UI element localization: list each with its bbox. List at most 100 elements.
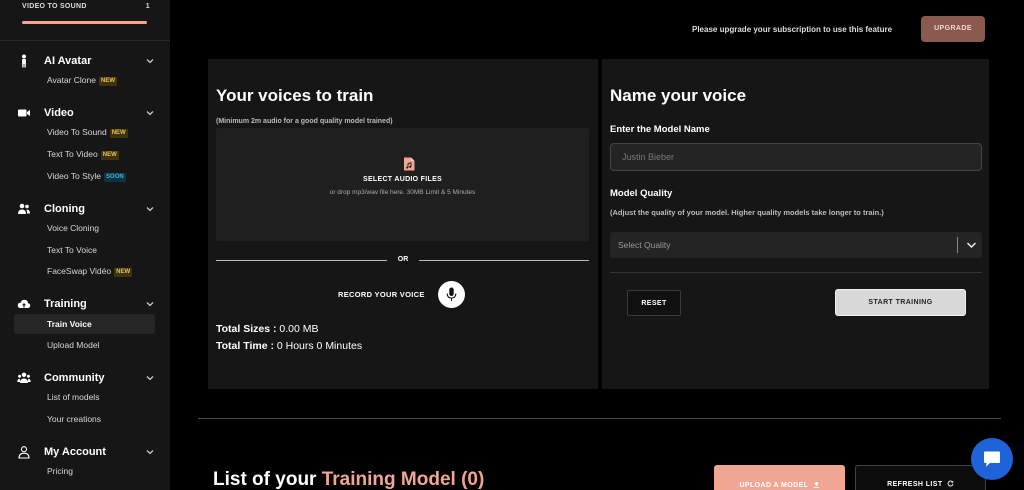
sidebar-section-label: My Account: [44, 446, 106, 458]
chevron-down-icon[interactable]: [145, 108, 155, 118]
sidebar-section-label: Cloning: [44, 203, 85, 215]
sidebar-item-label: Text To Voice: [47, 245, 97, 255]
sidebar-item-upload-model[interactable]: Upload Model: [47, 338, 99, 352]
dropzone-subtitle: or drop mp3/wav file here. 30MB Limit & …: [329, 189, 476, 196]
sidebar-section-label: Community: [44, 372, 105, 384]
total-sizes: Total Sizes : 0.00 MB: [216, 323, 319, 335]
model-name-label: Enter the Model Name: [610, 124, 710, 135]
sidebar-section-my-account[interactable]: My Account: [0, 443, 170, 461]
total-time: Total Time : 0 Hours 0 Minutes: [216, 340, 362, 352]
start-training-button[interactable]: START TRAINING: [835, 289, 966, 316]
name-your-voice-panel: Name your voice Enter the Model Name Mod…: [602, 59, 989, 389]
sidebar-section-video[interactable]: Video: [0, 104, 170, 122]
model-name-input[interactable]: [610, 143, 982, 171]
sidebar-item-label: Avatar Clone: [47, 75, 96, 85]
sidebar: VIDEO TO SOUND 1 AI Avatar Avatar Clone N…: [0, 0, 170, 490]
sidebar-section-label: Training: [44, 298, 87, 310]
sidebar-item-list-of-models[interactable]: List of models: [47, 390, 99, 404]
sidebar-section-label: Video: [44, 107, 74, 119]
or-divider-left: [216, 260, 387, 261]
sidebar-item-voice-cloning[interactable]: Voice Cloning: [47, 221, 99, 235]
soon-badge: SOON: [104, 173, 126, 182]
refresh-list-button[interactable]: REFRESH LIST: [855, 465, 986, 490]
audio-file-icon: [404, 157, 415, 171]
usage-progress-text: VIDEO TO SOUND: [22, 3, 87, 10]
panel-title: Your voices to train: [216, 86, 374, 105]
sidebar-section-training[interactable]: Training: [0, 295, 170, 313]
usage-progress-count: 1: [145, 3, 150, 10]
select-separator: [957, 237, 958, 253]
sidebar-item-text-to-voice[interactable]: Text To Voice: [47, 243, 97, 257]
group-icon: [17, 372, 31, 383]
cloud-upload-icon: [17, 299, 31, 308]
new-badge: NEW: [114, 268, 133, 277]
usage-progress-bar: [22, 21, 147, 24]
total-sizes-value: 0.00 MB: [279, 323, 319, 335]
sidebar-section-label: AI Avatar: [44, 55, 92, 67]
select-value: Select Quality: [618, 240, 671, 250]
chevron-down-icon: [966, 242, 977, 249]
sidebar-item-label: List of models: [47, 392, 100, 402]
sidebar-section-ai-avatar[interactable]: AI Avatar: [0, 52, 170, 70]
chevron-down-icon[interactable]: [145, 204, 155, 214]
or-label: OR: [397, 256, 409, 263]
sidebar-item-label: Text To Video: [47, 149, 98, 159]
microphone-icon: [446, 287, 457, 301]
total-sizes-label: Total Sizes :: [216, 323, 277, 335]
model-quality-label: Model Quality: [610, 188, 673, 199]
upload-model-label: UPLOAD A MODEL: [739, 481, 809, 489]
model-quality-select[interactable]: Select Quality: [610, 232, 982, 258]
sidebar-item-avatar-clone[interactable]: Avatar Clone NEW: [47, 73, 117, 87]
chevron-down-icon[interactable]: [145, 373, 155, 383]
total-time-value: 0 Hours 0 Minutes: [276, 340, 363, 352]
sidebar-item-label: Your creations: [47, 414, 102, 424]
sidebar-section-cloning[interactable]: Cloning: [0, 200, 170, 218]
sidebar-section-community[interactable]: Community: [0, 369, 170, 387]
upgrade-button[interactable]: UPGRADE: [921, 16, 985, 42]
user-outline-icon: [18, 446, 30, 459]
sidebar-item-text-to-video[interactable]: Text To Video NEW: [47, 147, 119, 161]
title-accent: Training Model (0): [321, 469, 485, 490]
sidebar-item-label: Train Voice: [47, 319, 92, 329]
sidebar-item-your-creations[interactable]: Your creations: [47, 412, 101, 426]
chevron-down-icon[interactable]: [145, 447, 155, 457]
upload-icon: [813, 481, 819, 488]
record-voice-button[interactable]: [438, 281, 465, 308]
voices-to-train-panel: Your voices to train (Minimum 2m audio f…: [208, 59, 598, 389]
chat-icon: [984, 451, 1000, 467]
model-quality-note: (Adjust the quality of your model. Highe…: [610, 208, 884, 217]
sidebar-item-pricing[interactable]: Pricing: [47, 464, 73, 478]
sidebar-item-label: Video To Style: [47, 171, 102, 181]
sidebar-item-label: Video To Sound: [47, 127, 107, 137]
dropzone-title: SELECT AUDIO FILES: [362, 176, 443, 183]
chevron-down-icon[interactable]: [145, 299, 155, 309]
reset-button[interactable]: RESET: [627, 290, 681, 316]
sidebar-item-label: Voice Cloning: [47, 223, 99, 233]
title-prefix: List of your: [213, 469, 317, 490]
upload-model-button[interactable]: UPLOAD A MODEL: [714, 465, 845, 490]
sidebar-item-faceswap-video[interactable]: FaceSwap Vidéo NEW: [47, 264, 133, 278]
sidebar-item-train-voice[interactable]: Train Voice: [14, 314, 155, 334]
sidebar-divider: [0, 40, 170, 41]
audio-dropzone[interactable]: SELECT AUDIO FILES or drop mp3/wav file …: [216, 128, 589, 241]
sidebar-item-video-to-sound[interactable]: Video To Sound NEW: [47, 125, 128, 139]
sidebar-item-label: Upload Model: [47, 340, 100, 350]
training-models-title: List of your Training Model (0): [213, 469, 484, 490]
chevron-down-icon[interactable]: [145, 56, 155, 66]
or-divider-right: [419, 260, 589, 261]
panel-title: Name your voice: [610, 86, 747, 105]
new-badge: NEW: [100, 151, 119, 160]
upgrade-message: Please upgrade your subscription to use …: [692, 25, 893, 34]
sidebar-item-video-to-style[interactable]: Video To Style SOON: [47, 169, 126, 183]
record-voice-label: RECORD YOUR VOICE: [338, 290, 425, 299]
usage-progress-label: VIDEO TO SOUND 1: [22, 3, 150, 10]
video-camera-icon: [18, 109, 30, 117]
panel-note: (Minimum 2m audio for a good quality mod…: [216, 118, 393, 125]
chat-button[interactable]: [971, 438, 1013, 480]
new-badge: NEW: [109, 129, 128, 138]
refresh-list-label: REFRESH LIST: [887, 481, 943, 488]
section-divider: [198, 418, 1001, 419]
new-badge: NEW: [98, 77, 117, 86]
panel-divider: [610, 272, 982, 273]
person-icon: [22, 54, 26, 68]
